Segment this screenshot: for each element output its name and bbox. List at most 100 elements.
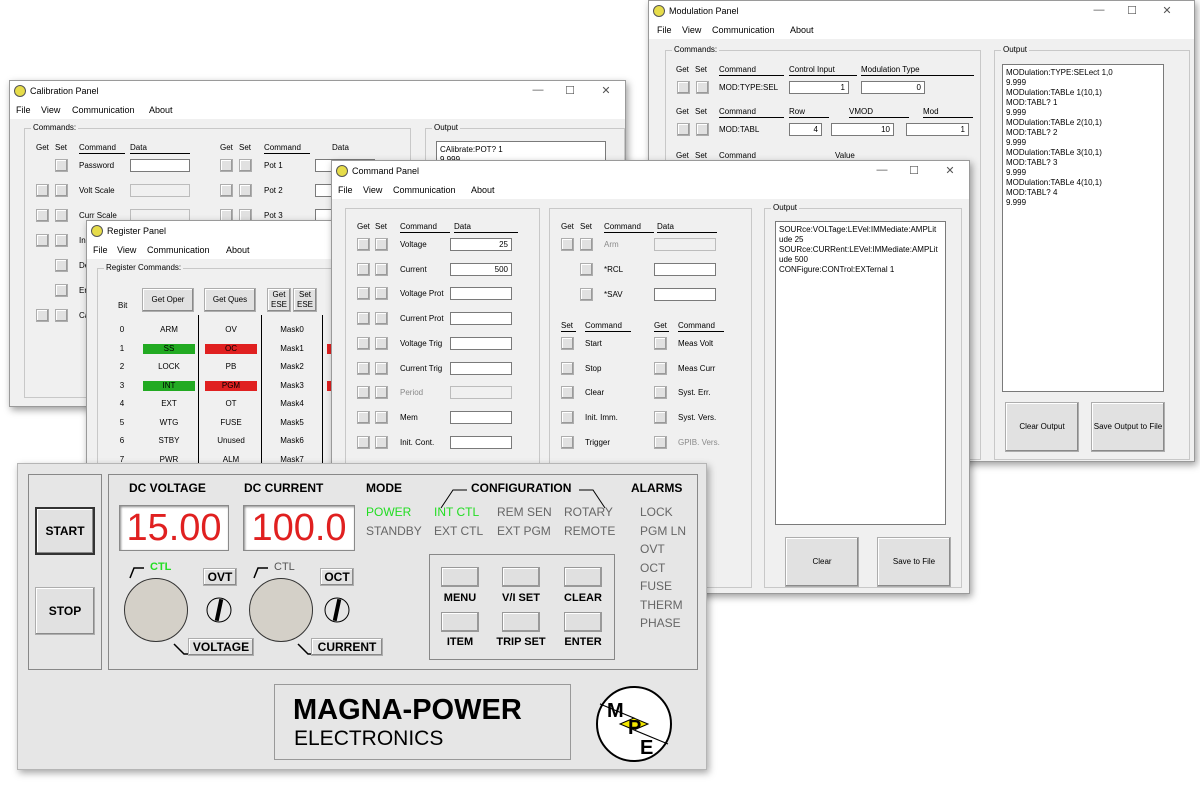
menu-communication[interactable]: Communication — [393, 185, 456, 195]
menu-about[interactable]: About — [790, 25, 814, 35]
get-button[interactable] — [36, 184, 49, 197]
get-ques-button[interactable]: Get Ques — [204, 288, 256, 312]
get-button[interactable] — [357, 287, 370, 301]
get-ese-button[interactable]: Get ESE — [267, 288, 291, 312]
get-button[interactable] — [36, 234, 49, 247]
data-field[interactable] — [450, 361, 512, 375]
get-button[interactable] — [220, 184, 233, 197]
set-button[interactable] — [375, 262, 388, 276]
menu-about[interactable]: About — [149, 105, 173, 115]
get-button[interactable] — [654, 411, 667, 425]
data-field[interactable] — [450, 386, 512, 400]
set-ese-button[interactable]: Set ESE — [293, 288, 317, 312]
get-button[interactable] — [357, 336, 370, 350]
set-button[interactable] — [375, 238, 388, 251]
menu-file[interactable]: File — [338, 185, 353, 195]
set-button[interactable] — [375, 361, 388, 375]
data-field[interactable] — [450, 312, 512, 326]
get-button[interactable] — [357, 435, 370, 449]
menu-view[interactable]: View — [682, 25, 701, 35]
enter-key[interactable] — [564, 612, 602, 632]
menu-communication[interactable]: Communication — [712, 25, 775, 35]
menu-about[interactable]: About — [471, 185, 495, 195]
title-bar[interactable]: Modulation Panel — ☐ ✕ — [649, 1, 1194, 23]
set-button[interactable] — [55, 234, 68, 247]
ovt-button[interactable]: OVT — [203, 568, 237, 586]
menu-file[interactable]: File — [657, 25, 672, 35]
data-field[interactable] — [130, 184, 190, 197]
set-button[interactable] — [375, 312, 388, 326]
set-button[interactable] — [55, 284, 68, 297]
menu-view[interactable]: View — [363, 185, 382, 195]
get-button[interactable] — [36, 309, 49, 322]
save-output-button[interactable]: Save Output to File — [1091, 402, 1165, 452]
data-field[interactable] — [654, 238, 716, 251]
set-button[interactable] — [239, 159, 252, 172]
set-button[interactable] — [375, 435, 388, 449]
menu-view[interactable]: View — [41, 105, 60, 115]
maximize-icon[interactable]: ☐ — [907, 164, 921, 177]
get-button[interactable] — [677, 123, 690, 136]
get-button[interactable] — [357, 386, 370, 400]
menu-communication[interactable]: Communication — [72, 105, 135, 115]
set-button[interactable] — [561, 386, 574, 400]
set-button[interactable] — [696, 81, 709, 94]
set-button[interactable] — [561, 361, 574, 375]
set-button[interactable] — [375, 287, 388, 301]
set-button[interactable] — [55, 259, 68, 272]
menu-about[interactable]: About — [226, 245, 250, 255]
data-field[interactable] — [450, 435, 512, 449]
start-button[interactable]: START — [35, 507, 95, 555]
clear-key[interactable] — [564, 567, 602, 587]
minimize-icon[interactable]: — — [531, 84, 545, 96]
modulation-type-field[interactable]: 0 — [861, 81, 925, 94]
set-button[interactable] — [561, 337, 574, 350]
set-button[interactable] — [580, 238, 593, 251]
vi-set-key[interactable] — [502, 567, 540, 587]
set-button[interactable] — [55, 184, 68, 197]
data-field[interactable] — [450, 287, 512, 301]
set-button[interactable] — [561, 411, 574, 425]
get-button[interactable] — [654, 361, 667, 375]
title-bar[interactable]: Calibration Panel — ☐ ✕ — [10, 81, 625, 103]
oct-knob-icon[interactable] — [323, 596, 351, 624]
set-button[interactable] — [561, 435, 574, 449]
get-button[interactable] — [654, 386, 667, 400]
item-key[interactable] — [441, 612, 479, 632]
close-icon[interactable]: ✕ — [599, 84, 613, 97]
data-field[interactable] — [450, 336, 512, 350]
set-button[interactable] — [55, 209, 68, 222]
row-field[interactable]: 4 — [789, 123, 822, 136]
data-field[interactable] — [654, 288, 716, 301]
get-button[interactable] — [677, 81, 690, 94]
get-button[interactable] — [357, 262, 370, 276]
title-bar[interactable]: Command Panel — ☐ ✕ — [332, 161, 969, 183]
set-button[interactable] — [580, 288, 593, 301]
maximize-icon[interactable]: ☐ — [563, 84, 577, 97]
set-button[interactable] — [239, 184, 252, 197]
ovt-knob-icon[interactable] — [205, 596, 233, 624]
get-oper-button[interactable]: Get Oper — [142, 288, 194, 312]
set-button[interactable] — [580, 263, 593, 276]
stop-button[interactable]: STOP — [35, 587, 95, 635]
maximize-icon[interactable]: ☐ — [1125, 4, 1139, 17]
menu-view[interactable]: View — [117, 245, 136, 255]
current-button[interactable]: CURRENT — [311, 638, 383, 656]
set-button[interactable] — [696, 123, 709, 136]
menu-file[interactable]: File — [16, 105, 31, 115]
current-knob[interactable] — [249, 578, 313, 642]
voltage-knob[interactable] — [124, 578, 188, 642]
set-button[interactable] — [55, 159, 68, 172]
get-button[interactable] — [36, 209, 49, 222]
get-button[interactable] — [357, 361, 370, 375]
data-field[interactable]: 500 — [450, 262, 512, 276]
get-button[interactable] — [357, 238, 370, 251]
clear-button[interactable]: Clear — [785, 537, 859, 587]
get-button[interactable] — [220, 159, 233, 172]
data-field[interactable] — [450, 410, 512, 424]
data-field[interactable] — [654, 263, 716, 276]
clear-output-button[interactable]: Clear Output — [1005, 402, 1079, 452]
mod-field[interactable]: 1 — [906, 123, 969, 136]
data-field[interactable]: 25 — [450, 238, 512, 251]
get-button[interactable] — [654, 337, 667, 350]
